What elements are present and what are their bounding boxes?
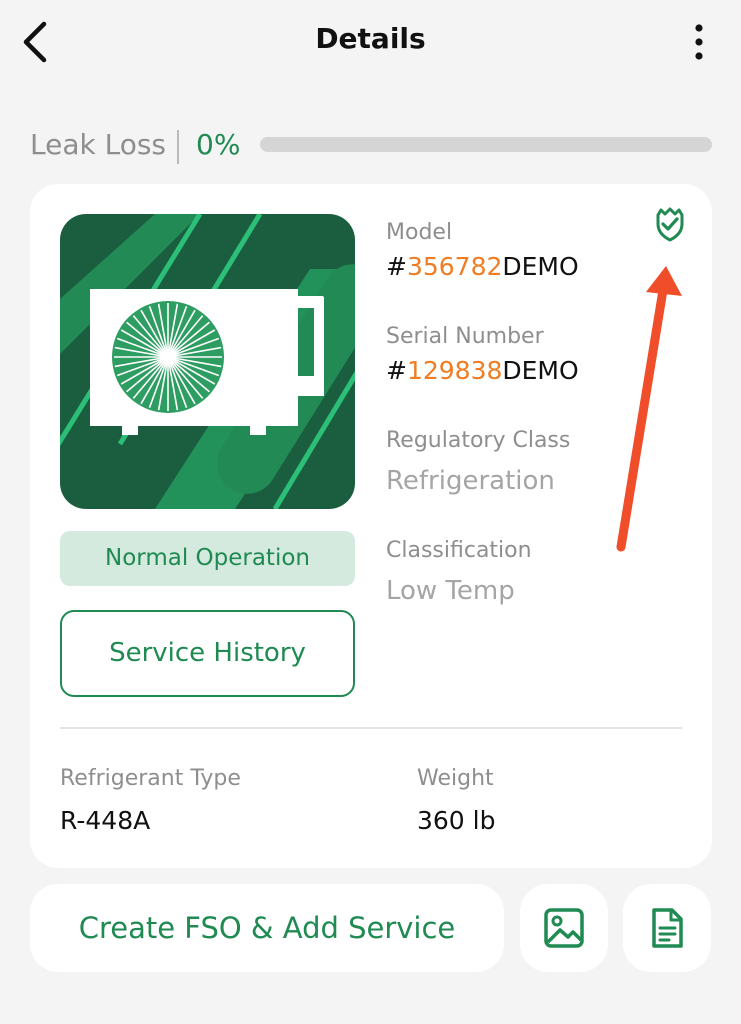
documents-button[interactable] [623,884,711,972]
model-value: #356782DEMO [386,252,579,281]
vertical-ellipsis-icon [695,24,703,60]
shield-check-icon[interactable] [650,204,690,244]
create-fso-add-service-button[interactable]: Create FSO & Add Service [30,884,504,972]
service-history-button[interactable]: Service History [60,610,355,697]
serial-value: #129838DEMO [386,356,579,385]
refrigerant-type-label: Refrigerant Type [60,766,241,791]
equipment-card: Normal Operation Service History Model #… [30,184,712,868]
page-title: Details [315,22,426,55]
model-label: Model [386,220,453,245]
condenser-unit-icon [60,214,355,509]
document-icon [652,908,683,948]
card-divider [60,727,682,729]
refrigerant-type-value: R-448A [60,806,151,835]
status-badge: Normal Operation [60,531,355,586]
image-icon [544,908,584,948]
leak-loss-progress-bar [260,137,712,152]
serial-label: Serial Number [386,324,544,349]
regulatory-class-label: Regulatory Class [386,428,571,453]
leak-loss-row: Leak Loss 0% [30,124,712,168]
model-suffix: DEMO [502,252,579,281]
model-number: 356782 [406,252,503,281]
serial-prefix: # [386,356,407,385]
classification-label: Classification [386,538,532,563]
leak-loss-label: Leak Loss [30,128,167,161]
add-photo-button[interactable] [520,884,608,972]
classification-value: Low Temp [386,576,515,606]
leak-loss-value: 0% [196,128,241,161]
weight-value: 360 lb [417,806,496,835]
equipment-image [60,214,355,509]
leak-loss-separator [177,130,179,164]
weight-label: Weight [417,766,494,791]
model-prefix: # [386,252,407,281]
app-header: Details [0,0,741,84]
serial-suffix: DEMO [502,356,579,385]
more-options-button[interactable] [682,22,716,62]
serial-number: 129838 [406,356,503,385]
regulatory-class-value: Refrigeration [386,466,555,496]
